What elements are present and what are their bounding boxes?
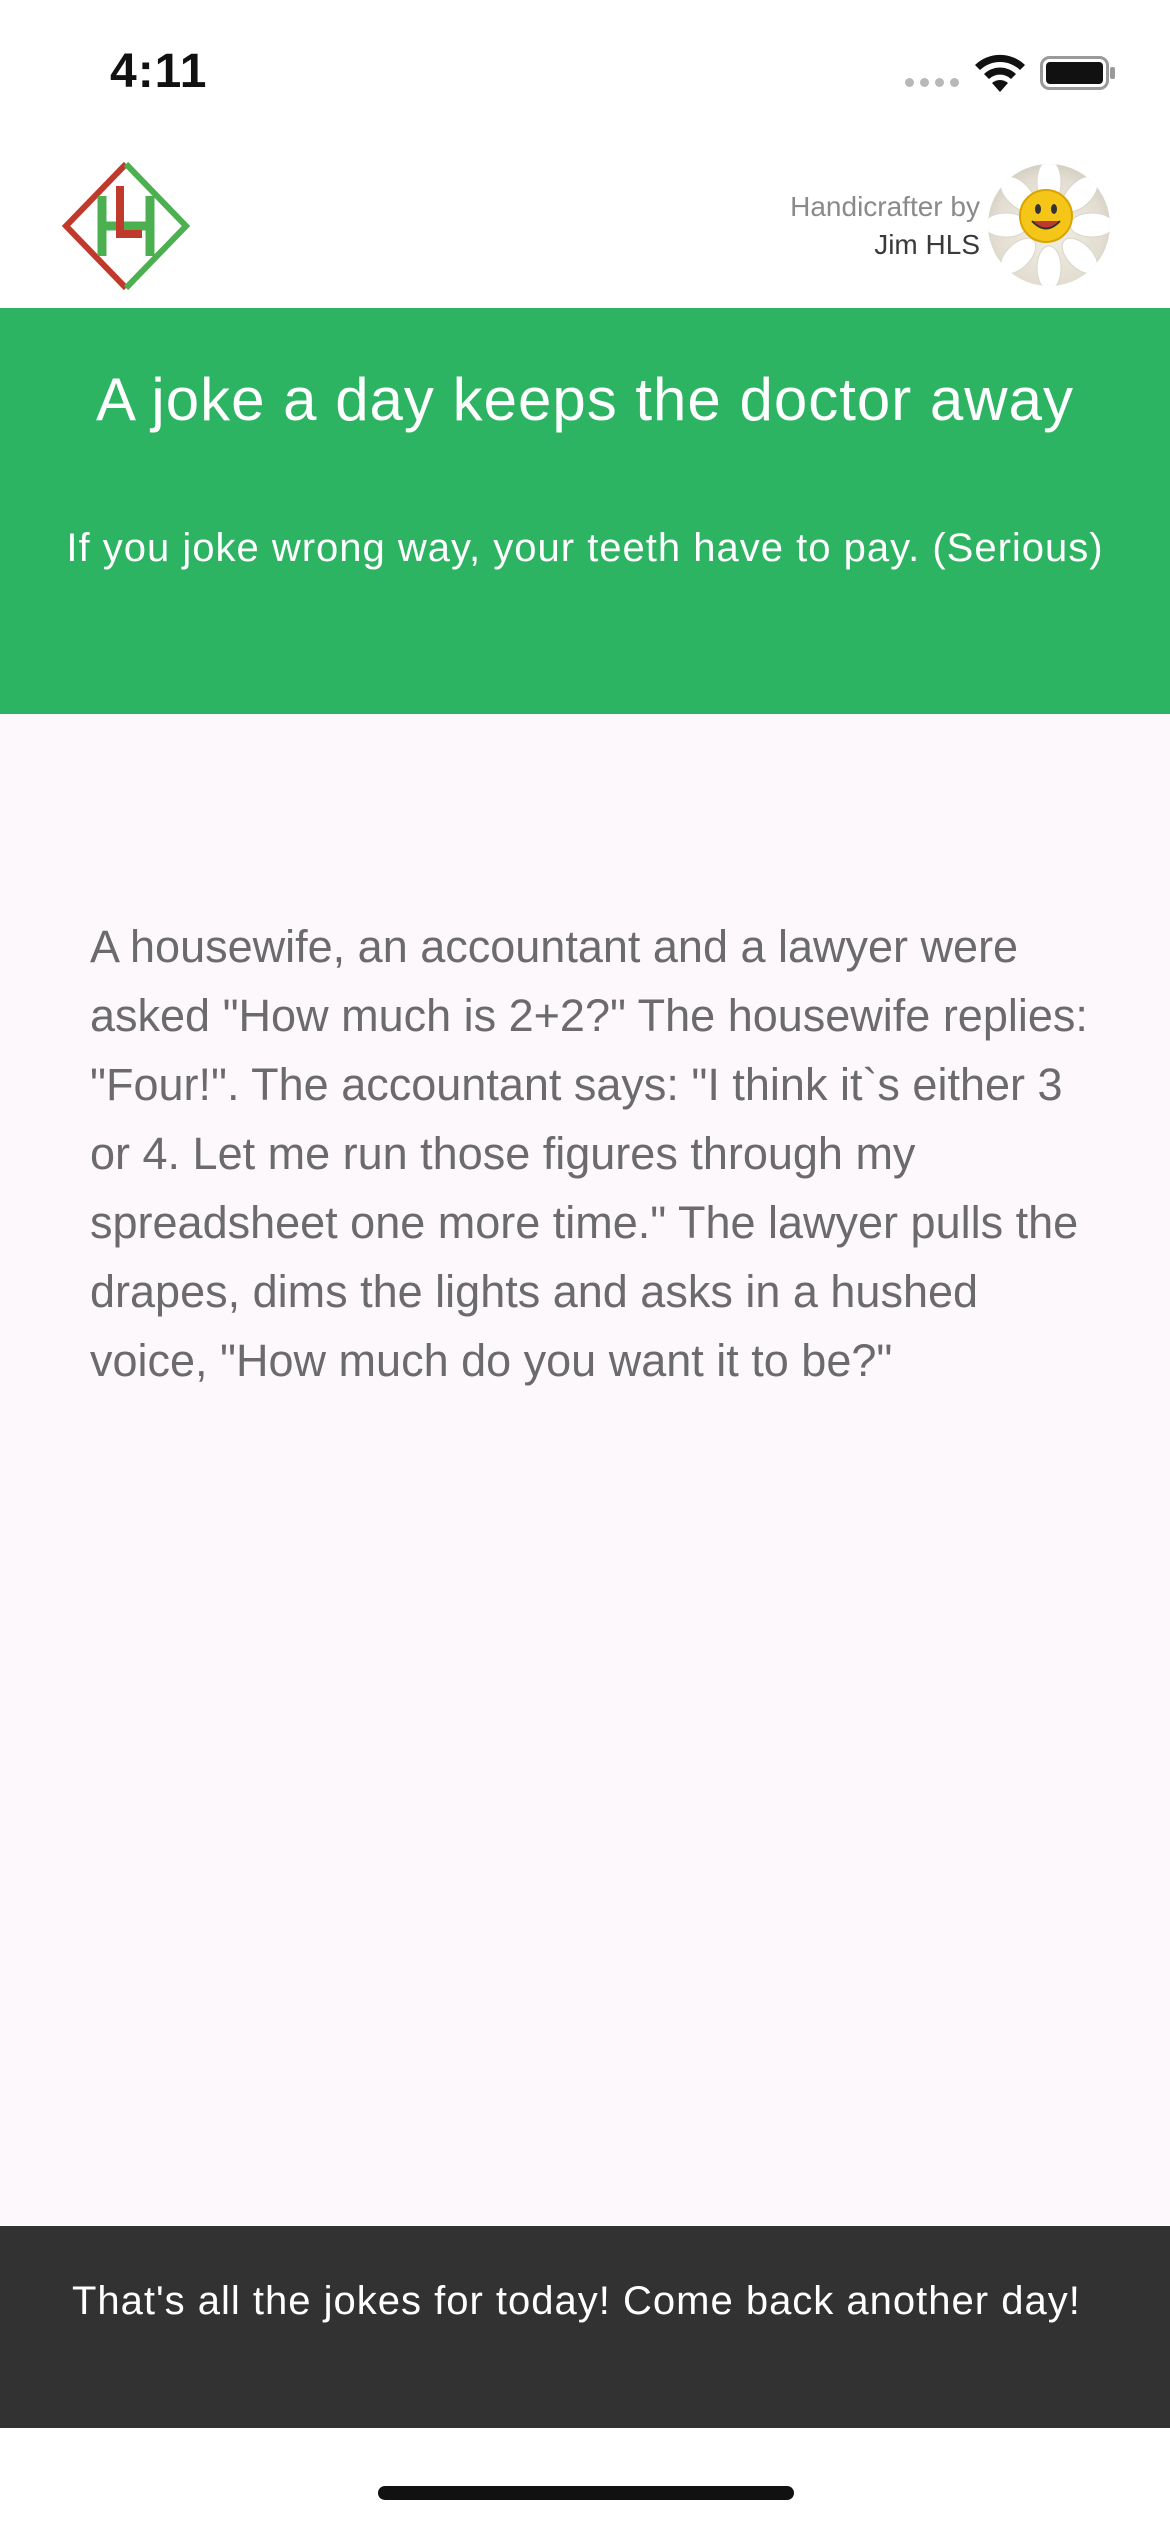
signal-dots-icon	[905, 78, 959, 87]
credit-name: Jim HLS	[874, 229, 980, 260]
joke-content: A housewife, an accountant and a lawyer …	[0, 714, 1170, 2226]
snackbar-message: That's all the jokes for today! Come bac…	[72, 2279, 1081, 2323]
banner-title: A joke a day keeps the doctor away	[96, 366, 1074, 433]
app-header: Handicrafter by Jim HLS	[0, 150, 1170, 308]
home-indicator[interactable]	[378, 2486, 794, 2500]
credit-label: Handicrafter by	[790, 191, 980, 222]
banner-subtitle: If you joke wrong way, your teeth have t…	[66, 526, 1104, 570]
status-time: 4:11	[110, 45, 208, 98]
hls-logo-icon[interactable]	[56, 156, 196, 296]
battery-icon	[1040, 56, 1115, 90]
hero-banner: A joke a day keeps the doctor away If yo…	[0, 308, 1170, 714]
status-bar: 4:11	[0, 0, 1170, 150]
joke-text: A housewife, an accountant and a lawyer …	[90, 921, 1088, 1386]
credit-block: Handicrafter by Jim HLS	[790, 188, 980, 264]
avatar[interactable]	[988, 164, 1110, 286]
snackbar: That's all the jokes for today! Come bac…	[0, 2226, 1170, 2428]
wifi-icon	[975, 54, 1025, 92]
smiley-flower-icon	[988, 164, 1110, 286]
